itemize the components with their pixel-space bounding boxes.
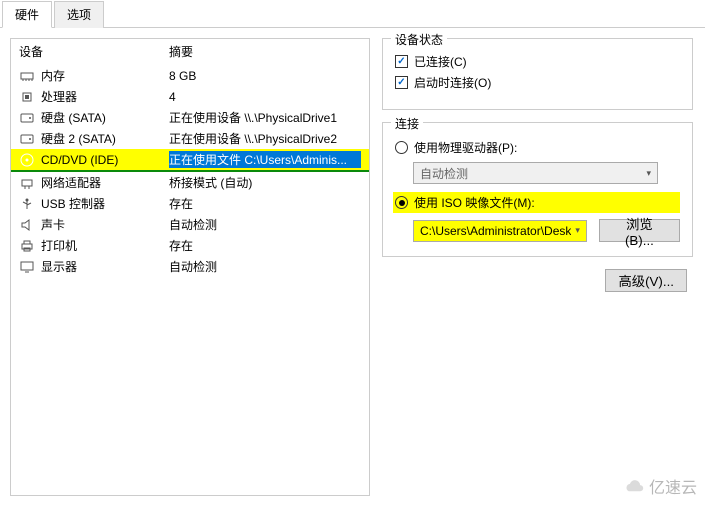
device-name: 硬盘 (SATA) [41, 109, 106, 126]
device-row[interactable]: 内存 8 GB [11, 65, 369, 86]
device-summary: 桥接模式 (自动) [169, 174, 361, 191]
device-name: 网络适配器 [41, 174, 101, 191]
checkbox-icon: ✓ [395, 55, 408, 68]
cd-icon [19, 152, 35, 168]
sound-icon [19, 217, 35, 233]
device-status-group: 设备状态 ✓ 已连接(C) ✓ 启动时连接(O) [382, 38, 693, 110]
device-summary: 4 [169, 90, 361, 104]
connection-group: 连接 使用物理驱动器(P): 自动检测 ▾ 使用 ISO 映像文件(M): C:… [382, 122, 693, 257]
device-summary: 8 GB [169, 69, 361, 83]
tab-options[interactable]: 选项 [54, 1, 104, 28]
device-status-title: 设备状态 [391, 31, 447, 48]
header-device: 设备 [19, 43, 169, 60]
disk-icon [19, 131, 35, 147]
device-list-header: 设备 摘要 [11, 39, 369, 65]
iso-file-radio-row[interactable]: 使用 ISO 映像文件(M): [393, 192, 680, 213]
device-list-panel: 设备 摘要 内存 8 GB 处理器 4 硬盘 (SATA) 正在使用设备 \\.\Phys… [10, 38, 370, 496]
device-name: 打印机 [41, 237, 77, 254]
disk-icon [19, 110, 35, 126]
device-row[interactable]: 声卡 自动检测 [11, 214, 369, 235]
device-summary: 自动检测 [169, 258, 361, 275]
device-list: 内存 8 GB 处理器 4 硬盘 (SATA) 正在使用设备 \\.\PhysicalDr… [11, 65, 369, 495]
iso-path-input[interactable]: C:\Users\Administrator\Desk ▾ [413, 220, 587, 242]
radio-icon [395, 196, 408, 209]
device-row[interactable]: 处理器 4 [11, 86, 369, 107]
device-summary: 正在使用文件 C:\Users\Adminis... [169, 151, 361, 168]
physical-drive-radio-row[interactable]: 使用物理驱动器(P): [395, 139, 680, 156]
usb-icon [19, 196, 35, 212]
device-row[interactable]: 网络适配器 桥接模式 (自动) [11, 172, 369, 193]
device-row[interactable]: 硬盘 (SATA) 正在使用设备 \\.\PhysicalDrive1 [11, 107, 369, 128]
checkbox-icon: ✓ [395, 76, 408, 89]
advanced-button[interactable]: 高级(V)... [605, 269, 687, 292]
autodetect-label: 自动检测 [420, 165, 468, 182]
connected-label: 已连接(C) [414, 53, 467, 70]
device-name: CD/DVD (IDE) [41, 153, 118, 167]
device-row[interactable]: 打印机 存在 [11, 235, 369, 256]
device-row[interactable]: 显示器 自动检测 [11, 256, 369, 277]
device-row[interactable]: 硬盘 2 (SATA) 正在使用设备 \\.\PhysicalDrive2 [11, 128, 369, 149]
device-name: 声卡 [41, 216, 65, 233]
tab-bar: 硬件 选项 [0, 0, 705, 28]
connected-checkbox-row[interactable]: ✓ 已连接(C) [395, 53, 680, 70]
device-name: 处理器 [41, 88, 77, 105]
poweron-label: 启动时连接(O) [414, 74, 491, 91]
device-name: 内存 [41, 67, 65, 84]
cloud-icon [623, 479, 645, 493]
device-summary: 正在使用设备 \\.\PhysicalDrive2 [169, 130, 361, 147]
physical-drive-label: 使用物理驱动器(P): [414, 139, 517, 156]
net-icon [19, 175, 35, 191]
content-area: 设备 摘要 内存 8 GB 处理器 4 硬盘 (SATA) 正在使用设备 \\.\Phys… [0, 28, 705, 506]
watermark-text: 亿速云 [649, 474, 697, 498]
device-summary: 存在 [169, 195, 361, 212]
device-row[interactable]: CD/DVD (IDE) 正在使用文件 C:\Users\Adminis... [11, 149, 369, 172]
tab-hardware[interactable]: 硬件 [2, 1, 52, 28]
poweron-checkbox-row[interactable]: ✓ 启动时连接(O) [395, 74, 680, 91]
radio-icon [395, 141, 408, 154]
settings-panel: 设备状态 ✓ 已连接(C) ✓ 启动时连接(O) 连接 使用物理驱动器(P): … [370, 28, 705, 506]
display-icon [19, 259, 35, 275]
device-summary: 正在使用设备 \\.\PhysicalDrive1 [169, 109, 361, 126]
advanced-row: 高级(V)... [382, 269, 693, 292]
cpu-icon [19, 89, 35, 105]
iso-input-row: C:\Users\Administrator\Desk ▾ 浏览(B)... [413, 219, 680, 242]
device-name: 硬盘 2 (SATA) [41, 130, 116, 147]
device-name: USB 控制器 [41, 195, 105, 212]
memory-icon [19, 68, 35, 84]
connection-title: 连接 [391, 115, 423, 132]
physical-drive-select: 自动检测 ▾ [413, 162, 658, 184]
browse-button[interactable]: 浏览(B)... [599, 219, 680, 242]
chevron-down-icon: ▾ [575, 225, 580, 236]
printer-icon [19, 238, 35, 254]
iso-path-text: C:\Users\Administrator\Desk [420, 224, 571, 238]
chevron-down-icon: ▾ [646, 168, 651, 179]
device-summary: 自动检测 [169, 216, 361, 233]
device-summary: 存在 [169, 237, 361, 254]
iso-file-label: 使用 ISO 映像文件(M): [414, 194, 535, 211]
header-summary: 摘要 [169, 43, 361, 60]
watermark: 亿速云 [623, 474, 697, 498]
device-row[interactable]: USB 控制器 存在 [11, 193, 369, 214]
device-name: 显示器 [41, 258, 77, 275]
